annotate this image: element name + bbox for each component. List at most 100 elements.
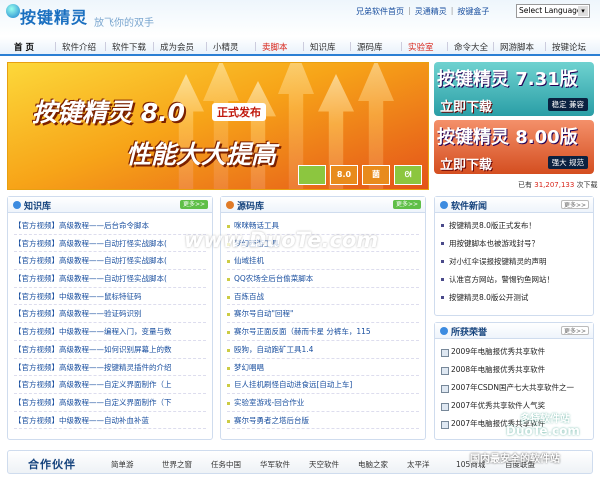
honor-item[interactable]: 2009年电脑报优秀共享软件 — [441, 343, 587, 361]
knowledge-item[interactable]: 【官方视频】高级教程——自动打怪实战脚本( — [14, 252, 206, 271]
partner-links: 简单游 世界之窗 任务中国 华军软件 天空软件 电脑之家 太平洋 105商城 百度联盟 — [111, 459, 554, 470]
nav-item-3[interactable]: 成为会员 — [160, 41, 194, 53]
knowledge-title: 知识库 — [24, 202, 52, 212]
top-links: 兄弟软件首页 | 灵通精灵 | 按键盒子 — [356, 6, 490, 17]
source-item[interactable]: 梦幻唱唱 — [227, 359, 419, 377]
top-link-box[interactable]: 按键盒子 — [457, 6, 489, 17]
knowledge-item[interactable]: 【官方视频】中级教程——编程入门，变量与数 — [14, 323, 206, 341]
knowledge-item[interactable]: 【官方视频】高级教程——按键精灵插件的介绍 — [14, 359, 206, 377]
banner-thumbnails: 8.0 菌 ᘛ — [298, 165, 422, 185]
nav-divider — [55, 42, 56, 51]
source-title: 源码库 — [237, 202, 265, 212]
download-800-button[interactable]: 按键精灵 8.00版 立即下载 强大 规范 — [434, 120, 594, 174]
partner-link[interactable]: 简单游 — [111, 459, 162, 470]
knowledge-item[interactable]: 【官方视频】中级教程——自动补血补蓝 — [14, 412, 206, 430]
nav-item-5[interactable]: 卖脚本 — [262, 41, 288, 53]
honor-item[interactable]: 2007年CSDN国产七大共享软件之一 — [441, 379, 587, 397]
nav-divider — [545, 42, 546, 51]
partner-link[interactable]: 105商城 — [456, 459, 505, 470]
source-item[interactable]: 赛尔号正面反面（赫而卡星 分裤车，115 — [227, 323, 419, 341]
nav-item-7[interactable]: 源码库 — [357, 41, 383, 53]
partner-link[interactable]: 太平洋 — [407, 459, 456, 470]
partner-link[interactable]: 华军软件 — [260, 459, 309, 470]
source-panel: 源码库 更多>> 咪咪畅话工具 梦幻西游工具 仙域挂机 QQ农场全后台偷菜脚本 百炼百战… — [220, 196, 426, 440]
nav-item-10[interactable]: 网游脚本 — [500, 41, 534, 53]
knowledge-icon — [13, 201, 21, 209]
news-icon — [440, 201, 448, 209]
nav-divider — [401, 42, 402, 51]
partner-link[interactable]: 电脑之家 — [358, 459, 407, 470]
nav-divider — [493, 42, 494, 51]
source-item[interactable]: 殴狗，自动跑矿工具1.4 — [227, 341, 419, 359]
nav-item-9[interactable]: 命令大全 — [454, 41, 488, 53]
news-item[interactable]: 对小红伞误报按键精灵的声明 — [441, 253, 587, 271]
source-item[interactable]: 实验室游戏-回合作业 — [227, 394, 419, 412]
source-more-button[interactable]: 更多>> — [393, 200, 421, 209]
honor-list: 2009年电脑报优秀共享软件 2008年电脑报优秀共享软件 2007年CSDN国产七… — [435, 339, 593, 437]
news-title: 软件新闻 — [451, 202, 488, 212]
language-select[interactable]: Select Language ▾ — [516, 4, 590, 18]
hero-banner[interactable]: 按键精灵 8.0 正式发布 性能大大提高 8.0 菌 ᘛ — [7, 62, 429, 190]
source-item[interactable]: QQ农场全后台偷菜脚本 — [227, 270, 419, 288]
knowledge-panel: 知识库 更多>> 【官方视频】高级教程——后台命令脚本 【官方视频】高级教程——自… — [7, 196, 213, 440]
main-nav: 首 页 软件介绍 软件下载 成为会员 小精灵 卖脚本 知识库 源码库 实验室 命令大全 网游脚本 按键… — [0, 37, 600, 56]
news-item[interactable]: 认准官方网站，警惕钓鱼网站！ — [441, 271, 587, 289]
knowledge-item[interactable]: 【官方视频】高级教程——自动打怪实战脚本( — [14, 270, 206, 288]
nav-item-2[interactable]: 软件下载 — [112, 41, 146, 53]
source-item[interactable]: 赛尔号自动"回程" — [227, 305, 419, 324]
header: 按键精灵 放飞你的双手 兄弟软件首页 | 灵通精灵 | 按键盒子 Select La… — [0, 0, 600, 36]
download-tag: 稳定 兼容 — [547, 98, 588, 111]
knowledge-list: 【官方视频】高级教程——后台命令脚本 【官方视频】高级教程——自动打怪实战脚本(【… — [8, 213, 212, 433]
knowledge-item[interactable]: 【官方视频】高级教程——验证码识别 — [14, 305, 206, 324]
knowledge-item[interactable]: 【官方视频】高级教程——自动打怪实战脚本( — [14, 235, 206, 253]
source-item[interactable]: 咪咪畅话工具 — [227, 217, 419, 235]
nav-divider — [255, 42, 256, 51]
top-link-home[interactable]: 兄弟软件首页 — [356, 6, 404, 17]
knowledge-item[interactable]: 【官方视频】高级教程——如何识别屏幕上的数 — [14, 341, 206, 359]
nav-item-8[interactable]: 实验室 — [408, 41, 434, 53]
partner-link[interactable]: 世界之窗 — [162, 459, 211, 470]
news-item[interactable]: 按键精灵8.0版正式发布！ — [441, 217, 587, 235]
nav-item-6[interactable]: 知识库 — [310, 41, 336, 53]
nav-item-4[interactable]: 小精灵 — [213, 41, 239, 53]
top-link-lingtong[interactable]: 灵通精灵 — [415, 6, 447, 17]
nav-item-11[interactable]: 按键论坛 — [552, 41, 586, 53]
knowledge-more-button[interactable]: 更多>> — [180, 200, 208, 209]
knowledge-item[interactable]: 【官方视频】中级教程——鼠标特征码 — [14, 288, 206, 306]
partner-link[interactable]: 任务中国 — [211, 459, 260, 470]
knowledge-item[interactable]: 【官方视频】高级教程——自定义界面制作（下 — [14, 394, 206, 412]
honor-item[interactable]: 2008年电脑报优秀共享软件 — [441, 361, 587, 379]
knowledge-item[interactable]: 【官方视频】高级教程——自定义界面制作（上 — [14, 376, 206, 394]
nav-divider — [350, 42, 351, 51]
knowledge-item[interactable]: 【官方视频】高级教程——后台命令脚本 — [14, 217, 206, 235]
download-counter: 已有 31,207,133 次下载 — [518, 181, 598, 189]
news-list: 按键精灵8.0版正式发布！ 用按键脚本也被游戏封号？ 对小红伞误报按键精灵的声明 认准… — [435, 213, 593, 311]
download-731-button[interactable]: 按键精灵 7.31版 立即下载 稳定 兼容 — [434, 62, 594, 116]
news-more-button[interactable]: 更多>> — [561, 200, 589, 209]
honor-title: 所获荣誉 — [451, 328, 488, 338]
honor-item[interactable]: 2007年优秀共享软件人气奖 — [441, 397, 587, 415]
source-item[interactable]: 梦幻西游工具 — [227, 235, 419, 253]
source-item[interactable]: 巨人挂机刷怪自动进食远[自动上车] — [227, 376, 419, 394]
logo[interactable]: 按键精灵 — [20, 4, 88, 28]
nav-item-0[interactable]: 首 页 — [14, 41, 34, 53]
partner-link[interactable]: 天空软件 — [309, 459, 358, 470]
banner-subtitle: 性能大大提高 — [126, 140, 277, 169]
news-item[interactable]: 用按键脚本也被游戏封号？ — [441, 235, 587, 253]
download-tag: 强大 规范 — [547, 156, 588, 169]
source-item[interactable]: 百炼百战 — [227, 288, 419, 306]
nav-item-1[interactable]: 软件介绍 — [62, 41, 96, 53]
banner-thumb-1[interactable] — [298, 165, 326, 185]
banner-thumb-3[interactable]: 菌 — [362, 165, 390, 185]
nav-divider — [447, 42, 448, 51]
banner-thumb-4[interactable]: ᘛ — [394, 165, 422, 185]
source-icon — [226, 201, 234, 209]
banner-thumb-2[interactable]: 8.0 — [330, 165, 358, 185]
honor-item[interactable]: 2007年电脑报优秀共享软件 — [441, 415, 587, 433]
source-item[interactable]: 赛尔号勇者之塔后台版 — [227, 412, 419, 430]
honor-more-button[interactable]: 更多>> — [561, 326, 589, 335]
news-item[interactable]: 按键精灵8.0版公开测试 — [441, 289, 587, 307]
source-list: 咪咪畅话工具 梦幻西游工具 仙域挂机 QQ农场全后台偷菜脚本 百炼百战 赛尔号自动"回程"… — [221, 213, 425, 433]
partner-link[interactable]: 百度联盟 — [505, 459, 554, 470]
source-item[interactable]: 仙域挂机 — [227, 252, 419, 271]
